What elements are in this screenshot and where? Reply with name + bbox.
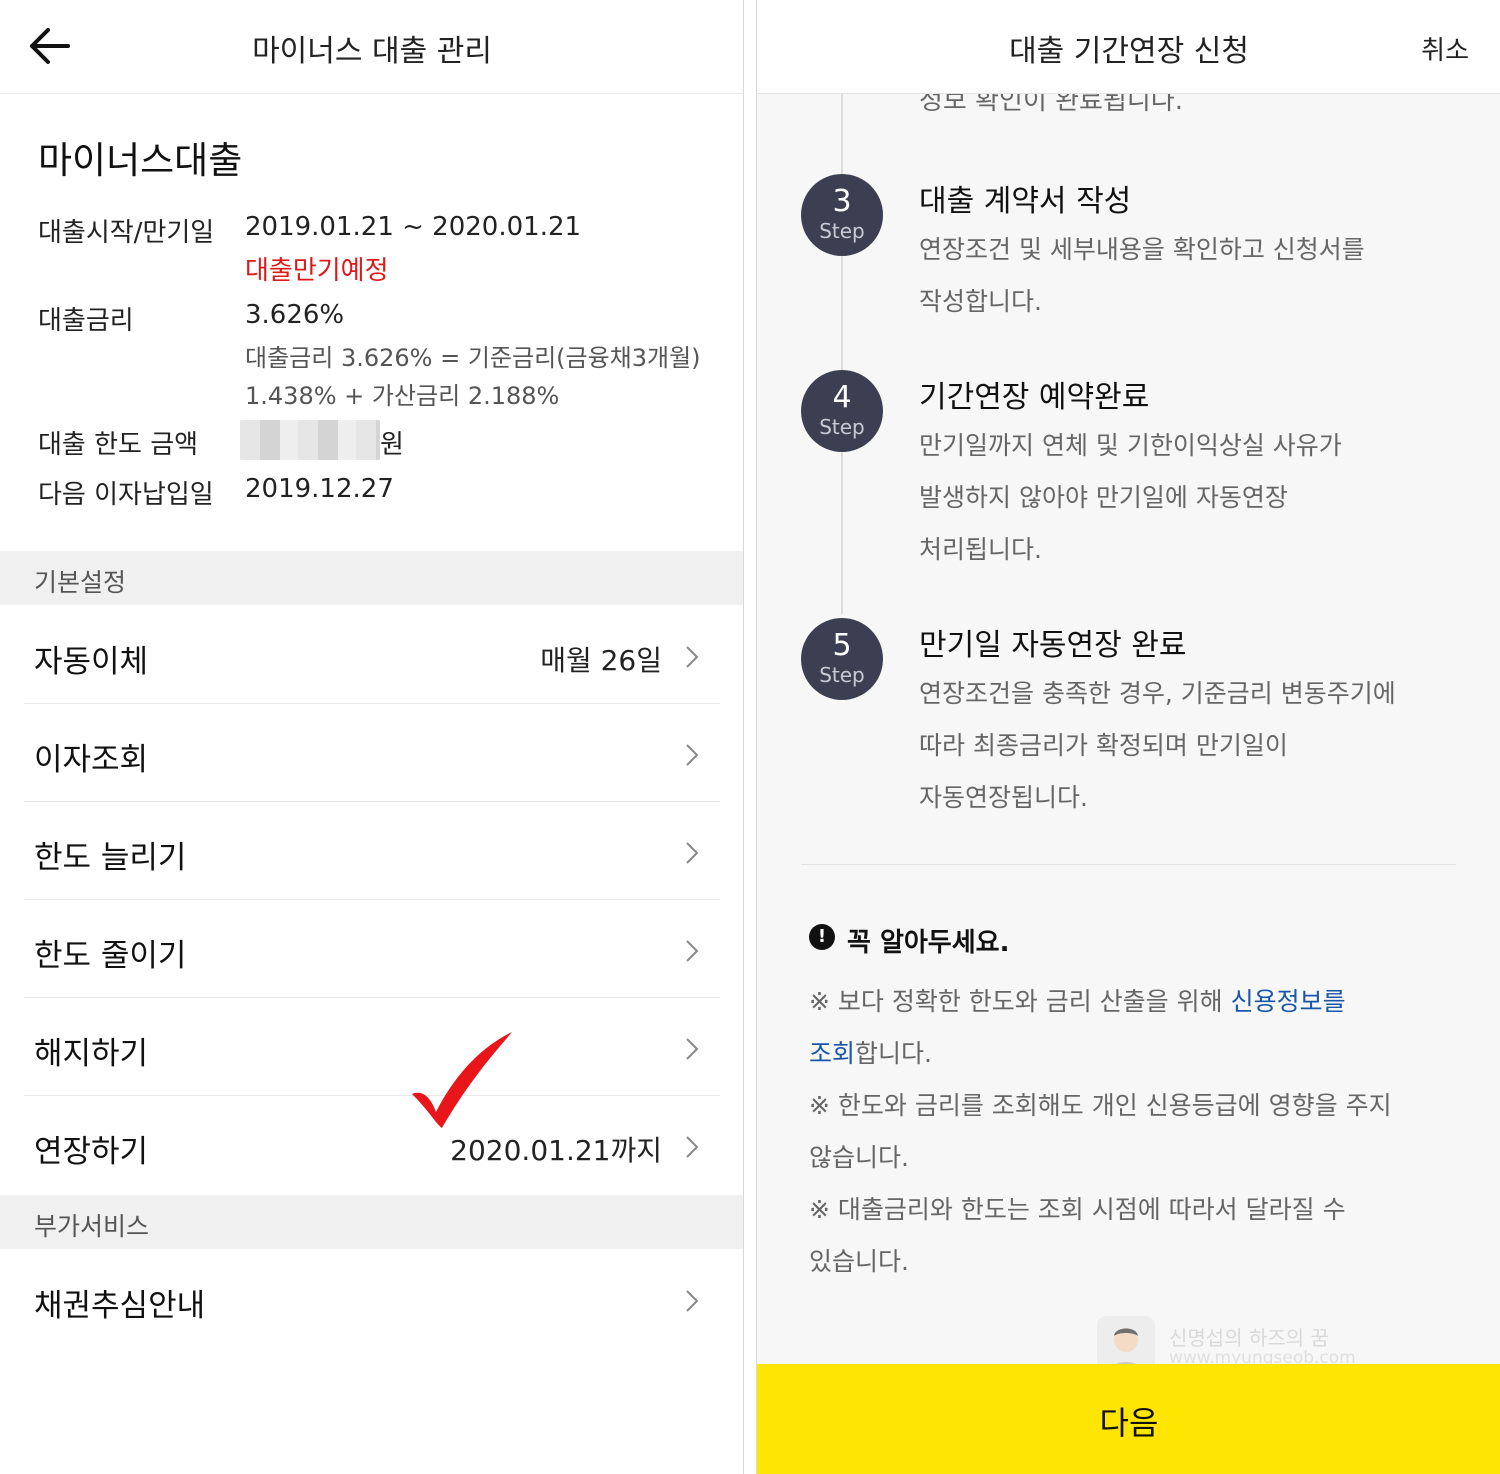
step-number: 5 <box>832 628 852 663</box>
step-4-desc: 처리됩니다. <box>919 535 1042 564</box>
cancel-button[interactable]: 취소 <box>1421 30 1469 67</box>
step-3-desc: 연장조건 및 세부내용을 확인하고 신청서를 <box>919 235 1365 264</box>
panel-separator <box>744 0 756 1474</box>
next-button-label: 다음 <box>1099 1404 1159 1442</box>
menu-debt-collection-guide[interactable]: 채권추심안내 <box>0 1250 743 1348</box>
limit-unit: 원 <box>380 430 404 460</box>
extension-application-screen: 대출 기간연장 신청 취소 정보 확인이 완료됩니다. 3 Step 대출 계약… <box>756 0 1500 1474</box>
credit-info-link[interactable]: 신용정보를 <box>1231 987 1346 1016</box>
section-basic-settings: 기본설정 <box>0 551 743 605</box>
step-5-badge: 5 Step <box>801 618 883 700</box>
menu-label: 연장하기 <box>34 1134 149 1170</box>
loan-management-screen: 마이너스 대출 관리 마이너스대출 대출시작/만기일 2019.01.21 ~ … <box>0 0 744 1474</box>
menu-label: 한도 늘리기 <box>34 840 187 876</box>
blurred-limit-amount <box>240 420 380 460</box>
inquiry-link[interactable]: 조회 <box>809 1039 855 1068</box>
section-extra-services: 부가서비스 <box>0 1195 743 1249</box>
step-3-badge: 3 Step <box>801 174 883 256</box>
step-4-desc: 발생하지 않아야 만기일에 자동연장 <box>919 483 1288 512</box>
limit-label: 대출 한도 금액 <box>38 430 199 460</box>
menu-increase-limit[interactable]: 한도 늘리기 <box>0 802 743 900</box>
menu-label: 채권추심안내 <box>34 1288 206 1324</box>
step-word: Step <box>819 415 865 439</box>
rate-label: 대출금리 <box>38 306 134 336</box>
chevron-right-icon <box>686 646 699 668</box>
step-3-desc: 작성합니다. <box>919 287 1042 316</box>
step-5-desc: 자동연장됩니다. <box>919 783 1088 812</box>
step-timeline-line <box>841 94 843 614</box>
step-4-desc: 만기일까지 연체 및 기한이익상실 사유가 <box>919 431 1342 460</box>
step-number: 4 <box>832 380 852 415</box>
chevron-right-icon <box>686 842 699 864</box>
chevron-right-icon <box>686 1290 699 1312</box>
menu-auto-transfer[interactable]: 자동이체 매월 26일 <box>0 606 743 704</box>
chevron-right-icon <box>686 1136 699 1158</box>
notice-line: ※ 한도와 금리를 조회해도 개인 신용등급에 영향을 주지 <box>809 1091 1392 1120</box>
notice-line: 않습니다. <box>809 1143 909 1172</box>
notice-line: ※ 대출금리와 한도는 조회 시점에 따라서 달라질 수 <box>809 1195 1346 1224</box>
step-3-title: 대출 계약서 작성 <box>919 184 1132 219</box>
menu-label: 해지하기 <box>34 1036 149 1072</box>
step-word: Step <box>819 219 865 243</box>
red-checkmark-icon <box>412 1032 512 1128</box>
step-5-desc: 연장조건을 충족한 경우, 기준금리 변동주기에 <box>919 679 1396 708</box>
menu-terminate[interactable]: 해지하기 <box>0 998 743 1096</box>
exclamation-icon: ! <box>809 924 835 950</box>
period-value: 2019.01.21 ~ 2020.01.21 <box>245 212 582 242</box>
next-interest-value: 2019.12.27 <box>245 474 394 504</box>
notice-title: 꼭 알아두세요. <box>847 928 1010 958</box>
notice-text: 합니다. <box>855 1039 932 1068</box>
menu-extend[interactable]: 연장하기 2020.01.21까지 <box>0 1096 743 1194</box>
step-number: 3 <box>832 184 852 219</box>
step-word: Step <box>819 663 865 687</box>
extension-deadline: 2020.01.21까지 <box>450 1134 662 1167</box>
menu-decrease-limit[interactable]: 한도 줄이기 <box>0 900 743 998</box>
divider <box>801 864 1456 865</box>
watermark-name: 신명섭의 하즈의 꿈 <box>1169 1326 1329 1350</box>
section-basic-label: 기본설정 <box>34 568 127 597</box>
section-extra-label: 부가서비스 <box>34 1212 150 1241</box>
chevron-right-icon <box>686 940 699 962</box>
maturity-status: 대출만기예정 <box>245 256 389 286</box>
top-bar: 마이너스 대출 관리 <box>0 0 743 94</box>
notice-text: ※ 보다 정확한 한도와 금리 산출을 위해 <box>809 987 1231 1016</box>
menu-interest-inquiry[interactable]: 이자조회 <box>0 704 743 802</box>
notice-line: 있습니다. <box>809 1247 909 1276</box>
page-title: 대출 기간연장 신청 <box>1009 34 1249 69</box>
rate-detail-line1: 대출금리 3.626% = 기준금리(금융채3개월) <box>245 344 701 372</box>
top-bar: 대출 기간연장 신청 취소 <box>757 0 1500 94</box>
step-5-title: 만기일 자동연장 완료 <box>919 628 1187 663</box>
loan-product-name: 마이너스대출 <box>38 139 243 182</box>
menu-label: 자동이체 <box>34 644 149 680</box>
rate-detail-line2: 1.438% + 가산금리 2.188% <box>245 382 560 410</box>
rate-value: 3.626% <box>245 300 345 330</box>
next-button[interactable]: 다음 <box>757 1364 1500 1474</box>
chevron-right-icon <box>686 744 699 766</box>
period-label: 대출시작/만기일 <box>38 218 215 248</box>
notice-line: ※ 보다 정확한 한도와 금리 산출을 위해 신용정보를 <box>809 982 1346 1018</box>
step-5-desc: 따라 최종금리가 확정되며 만기일이 <box>919 731 1288 760</box>
menu-label: 이자조회 <box>34 742 149 778</box>
menu-value: 매월 26일 <box>540 644 662 677</box>
next-interest-label: 다음 이자납입일 <box>38 480 214 510</box>
menu-label: 한도 줄이기 <box>34 938 187 974</box>
step-4-badge: 4 Step <box>801 370 883 452</box>
notice-line: 조회합니다. <box>809 1034 932 1070</box>
page-title: 마이너스 대출 관리 <box>252 34 492 69</box>
chevron-right-icon <box>686 1038 699 1060</box>
step-4-title: 기간연장 예약완료 <box>919 380 1150 415</box>
